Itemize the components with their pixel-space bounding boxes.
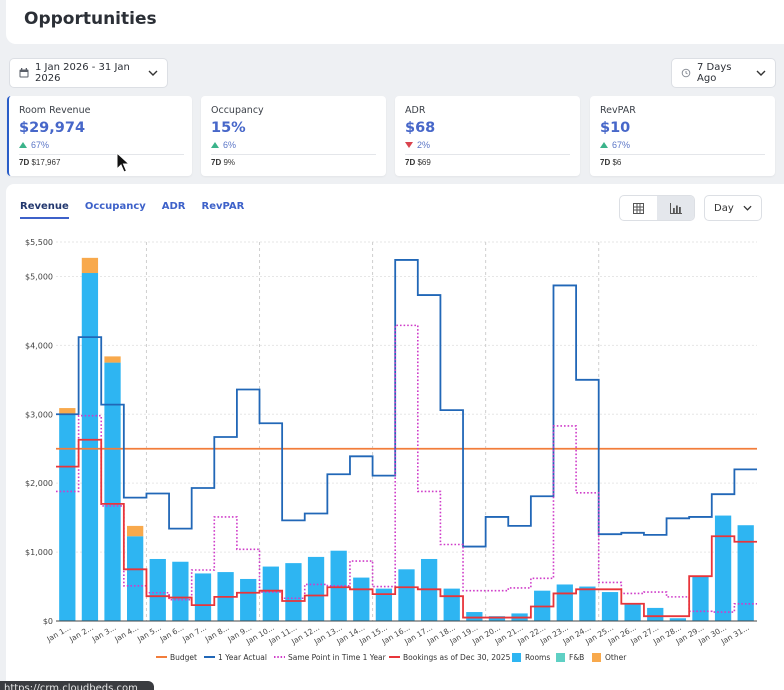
bar-rooms [466, 612, 483, 621]
bar-other [104, 356, 121, 363]
x-tick-label: Jan 1... [45, 623, 73, 644]
y-tick-label: $0 [43, 617, 53, 626]
bar-rooms [149, 558, 166, 621]
legend-item: F&B [569, 653, 584, 662]
x-tick-label: Jan 7... [180, 623, 208, 644]
bar-rooms [262, 566, 279, 621]
bar-rooms [285, 563, 302, 621]
status-bar-url: https://crm.cloudbeds.com [0, 681, 154, 690]
bar-rooms [579, 586, 596, 621]
bar-rooms [353, 577, 370, 621]
bar-other [127, 525, 144, 537]
legend-item: 1 Year Actual [218, 653, 267, 662]
x-tick-label: Jan 6... [158, 623, 186, 644]
bar-rooms [443, 588, 460, 621]
bar-rooms [737, 525, 754, 621]
bar-rooms [81, 273, 99, 621]
legend-item: Rooms [525, 653, 550, 662]
bar-rooms [692, 576, 709, 621]
series-line-1-year-actual [56, 259, 757, 548]
x-tick-label: Jan 4... [112, 623, 140, 644]
y-tick-label: $4,000 [25, 341, 53, 350]
bar-rooms [240, 578, 257, 621]
legend-item: Other [605, 653, 627, 662]
legend-swatch [556, 653, 565, 662]
x-tick-label: Jan 3... [90, 623, 118, 644]
legend-item: Same Point in Time 1 Year [288, 653, 387, 662]
legend-item: Budget [170, 653, 197, 662]
x-tick-label: Jan 5... [135, 623, 163, 644]
bar-rooms [647, 607, 664, 621]
bar-rooms [194, 573, 212, 621]
bar-other [59, 408, 76, 415]
y-tick-label: $1,000 [25, 548, 53, 557]
bar-rooms [398, 569, 415, 621]
y-tick-label: $3,000 [25, 410, 53, 419]
bar-rooms [714, 515, 732, 621]
y-tick-label: $5,500 [25, 238, 53, 247]
legend-swatch [512, 653, 521, 662]
bar-rooms [104, 362, 121, 621]
legend-item: Bookings as of Dec 30, 2025 [403, 653, 511, 662]
bar-rooms [172, 561, 189, 621]
legend-swatch [592, 653, 601, 662]
bar-rooms [59, 414, 76, 621]
revenue-chart: $0 $1,000 $2,000 $3,000 $4,000 $5,000 $5,500 Ja… [25, 238, 757, 662]
bar-rooms [624, 604, 641, 621]
bar-rooms [556, 584, 573, 621]
y-tick-label: $2,000 [25, 479, 53, 488]
x-tick-label: Jan 8... [203, 623, 231, 644]
x-tick-label: Jan 2... [67, 623, 95, 644]
bar-rooms [127, 536, 144, 621]
bar-other [81, 257, 99, 274]
bar-rooms [307, 556, 325, 621]
bar-rooms [601, 592, 619, 621]
y-tick-label: $5,000 [25, 272, 53, 281]
mouse-cursor-icon [116, 152, 130, 173]
